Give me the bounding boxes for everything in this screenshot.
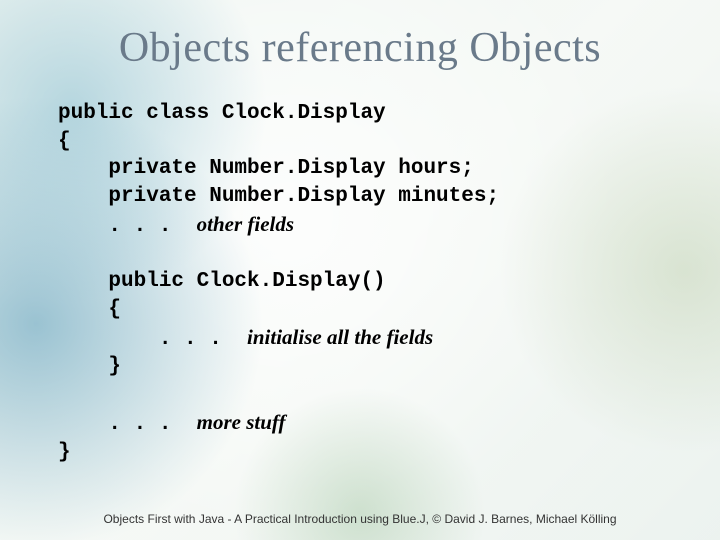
code-line: private Number.Display minutes; — [58, 185, 499, 208]
slide-title: Objects referencing Objects — [50, 24, 670, 72]
footer-text: Objects First with Java - A Practical In… — [0, 512, 720, 526]
code-comment: other fields — [197, 212, 294, 236]
code-line: { — [58, 298, 121, 321]
code-comment: more stuff — [197, 410, 286, 434]
code-line: . . . — [58, 215, 197, 238]
code-line: public Clock.Display() — [58, 270, 386, 293]
code-line: public class Clock.Display — [58, 102, 386, 125]
code-line: } — [58, 441, 71, 464]
code-block: public class Clock.Display { private Num… — [50, 100, 670, 466]
code-line: { — [58, 130, 71, 153]
code-line: . . . — [58, 413, 197, 436]
code-line: . . . — [58, 328, 247, 351]
code-line: } — [58, 355, 121, 378]
code-line: private Number.Display hours; — [58, 157, 474, 180]
code-comment: initialise all the fields — [247, 325, 433, 349]
slide: Objects referencing Objects public class… — [0, 0, 720, 540]
